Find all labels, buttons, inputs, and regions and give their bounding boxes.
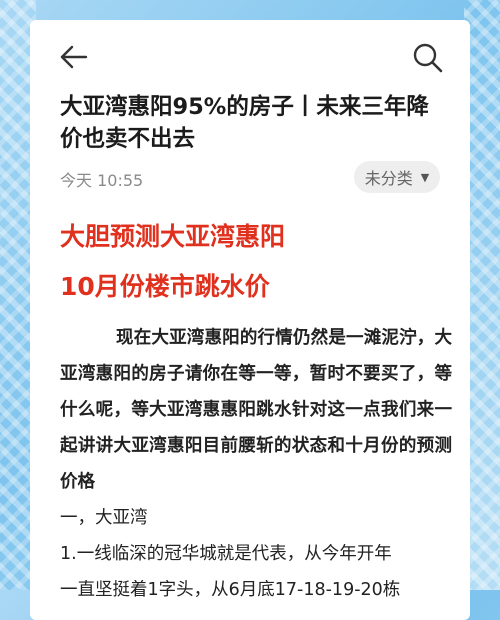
- search-icon: [413, 43, 443, 73]
- article-timestamp: 今天 10:55: [60, 171, 144, 190]
- section-heading: 一，大亚湾: [60, 508, 148, 528]
- headline-primary: 大胆预测大亚湾惠阳: [60, 222, 286, 251]
- category-label: 未分类: [364, 169, 413, 188]
- caret-down-icon: ▼: [420, 170, 430, 184]
- article-body: 大胆预测大亚湾惠阳 10月份楼市跳水价 现在大亚湾惠阳的行情仍然是一滩泥泞，大亚…: [60, 218, 452, 608]
- list-item-line: 一直坚挺着1字头，从6月底17-18-19-20栋: [60, 580, 401, 600]
- headline-secondary: 10月份楼市跳水价: [60, 272, 270, 301]
- back-arrow-icon: [60, 45, 88, 69]
- search-button[interactable]: [412, 42, 444, 74]
- body-paragraph: 现在大亚湾惠阳的行情仍然是一滩泥泞，大亚湾惠阳的房子请你在等一等，暂时不要买了，…: [60, 328, 452, 492]
- note-card: 大亚湾惠阳95%的房子丨未来三年降价也卖不出去 今天 10:55 未分类 ▼ 大…: [30, 20, 470, 620]
- article-title: 大亚湾惠阳95%的房子丨未来三年降价也卖不出去: [60, 94, 429, 152]
- back-button[interactable]: [58, 42, 92, 72]
- list-item-line: 1.一线临深的冠华城就是代表，从今年开年: [60, 544, 392, 564]
- top-bar: [30, 20, 470, 90]
- category-dropdown[interactable]: 未分类 ▼: [354, 161, 440, 193]
